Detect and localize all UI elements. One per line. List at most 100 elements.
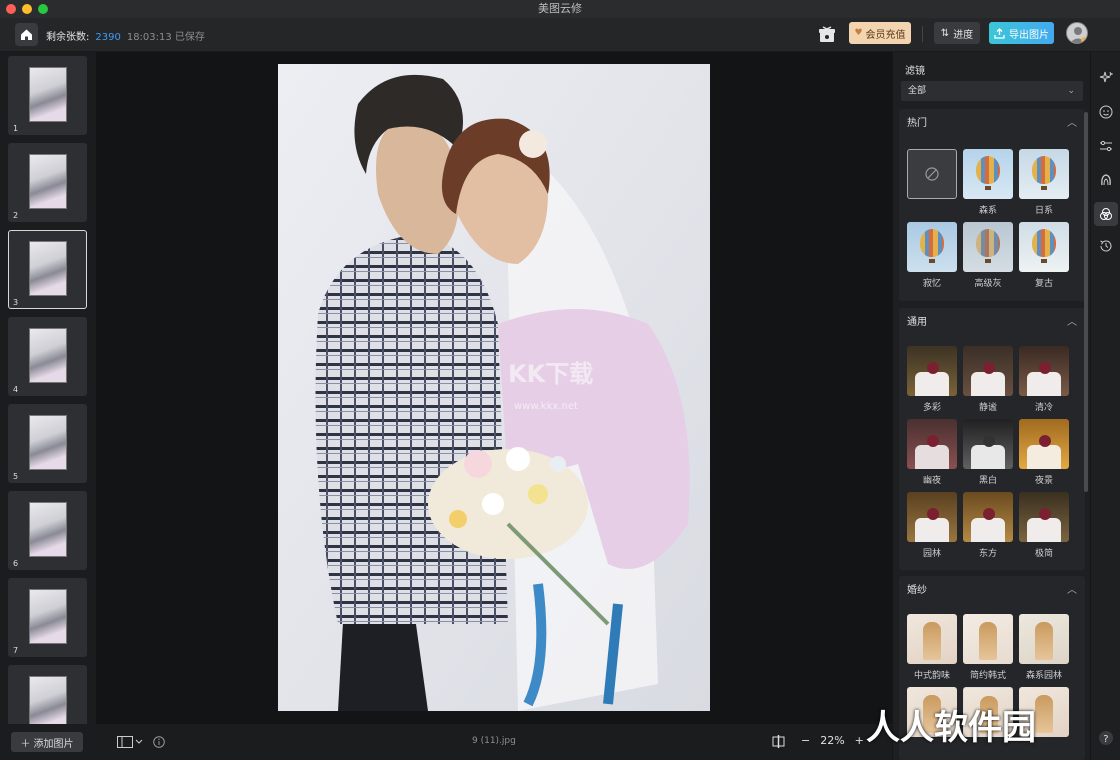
filter-label: 极简 xyxy=(1034,549,1053,559)
wedding-photo: KK下载 www.kkx.net xyxy=(278,64,710,711)
section-header[interactable]: 婚纱 ︿ xyxy=(899,576,1085,606)
history-tool[interactable] xyxy=(1096,236,1116,256)
window-controls xyxy=(6,4,48,14)
filter-grid: 森系 日系 寂忆 高级灰 复古 xyxy=(907,149,1069,295)
help-icon: ? xyxy=(1099,731,1113,745)
filter-panel: 滤镜 全部 ⌄ 热门 ︿ 森系 日系 寂忆 高级灰 复古 通用 ︿ 多彩 静谧 清冷… xyxy=(892,52,1090,760)
filter-item[interactable]: 幽夜 xyxy=(907,419,957,492)
thumbnail-item[interactable]: 1 xyxy=(8,56,87,135)
layout-toggle-icon[interactable] xyxy=(117,736,143,748)
filter-category-select[interactable]: 全部 ⌄ xyxy=(901,81,1083,101)
filter-item[interactable]: 高级灰 xyxy=(963,222,1013,295)
section-header[interactable]: 热门 ︿ xyxy=(899,109,1085,139)
thumbnail-image xyxy=(29,676,67,724)
filter-item[interactable]: 日系 xyxy=(1019,149,1069,222)
filter-none-tile xyxy=(907,149,957,199)
filter-section-general: 通用 ︿ 多彩 静谧 清冷 幽夜 黑白 夜景 园林 东方 极简 xyxy=(899,308,1085,570)
info-icon[interactable] xyxy=(153,736,165,748)
section-title: 通用 xyxy=(907,317,927,328)
thumbnail-item[interactable]: 5 xyxy=(8,404,87,483)
filter-label: 夜景 xyxy=(1034,476,1053,486)
export-label: 导出图片 xyxy=(1009,29,1049,41)
filter-tool[interactable] xyxy=(1094,202,1118,226)
face-tool[interactable] xyxy=(1096,102,1116,122)
zoom-window-button[interactable] xyxy=(38,4,48,14)
home-button[interactable] xyxy=(15,23,38,46)
filter-label: 简约韩式 xyxy=(969,671,1006,681)
file-name: 9 (11).jpg xyxy=(472,736,516,746)
minimize-window-button[interactable] xyxy=(22,4,32,14)
progress-button[interactable]: ⇅ 进度 xyxy=(934,22,980,44)
canvas-watermark-url: www.kkx.net xyxy=(514,401,578,412)
filter-item[interactable]: 寂忆 xyxy=(907,222,957,295)
thumbnail-index: 4 xyxy=(13,385,19,394)
gift-icon[interactable] xyxy=(817,24,837,44)
zoom-out-button[interactable]: − xyxy=(801,734,810,747)
filter-item[interactable]: 夜景 xyxy=(1019,419,1069,492)
export-button[interactable]: 导出图片 xyxy=(989,22,1054,44)
filter-label: 园林 xyxy=(922,549,941,559)
compare-icon[interactable] xyxy=(772,735,785,748)
hair-tool[interactable] xyxy=(1096,170,1116,190)
filter-label: 复古 xyxy=(1034,279,1053,289)
upload-icon xyxy=(994,27,1005,39)
thumbnail-index: 6 xyxy=(13,559,19,568)
filter-label: 日系 xyxy=(1034,206,1053,216)
filter-item[interactable]: 中式韵味 xyxy=(907,614,957,687)
thumbnail-item[interactable]: 7 xyxy=(8,578,87,657)
filter-item[interactable]: 森系 xyxy=(963,149,1013,222)
filter-label: 森系园林 xyxy=(1025,671,1062,681)
zoom-in-button[interactable]: + xyxy=(855,734,864,747)
vip-label: 会员充值 xyxy=(865,29,906,41)
filter-label: 东方 xyxy=(978,549,997,559)
section-header[interactable]: 通用 ︿ xyxy=(899,308,1085,338)
zoom-controls: − 22% + xyxy=(801,734,864,747)
filter-label: 幽夜 xyxy=(922,476,941,486)
filter-item[interactable]: 园林 xyxy=(907,492,957,565)
filter-item[interactable]: 静谧 xyxy=(963,346,1013,419)
filter-item[interactable]: 极简 xyxy=(1019,492,1069,565)
thumbnail-item[interactable]: 6 xyxy=(8,491,87,570)
help-button[interactable]: ? xyxy=(1096,728,1116,748)
filter-item[interactable]: 简约韩式 xyxy=(963,614,1013,687)
magic-wand-tool[interactable] xyxy=(1096,68,1116,88)
thumbnail-item[interactable]: 4 xyxy=(8,317,87,396)
filter-item[interactable]: 森系园林 xyxy=(1019,614,1069,687)
site-watermark: 人人软件园 xyxy=(866,708,1036,748)
remaining-info: 剩余张数: 2390 18:03:13 已保存 xyxy=(46,28,205,43)
close-window-button[interactable] xyxy=(6,4,16,14)
photo-illustration: KK下载 www.kkx.net xyxy=(278,64,710,711)
face-icon xyxy=(1099,105,1113,119)
vip-recharge-button[interactable]: ♥ 会员充值 xyxy=(849,22,911,44)
saved-status: 18:03:13 已保存 xyxy=(126,32,205,43)
add-image-button[interactable]: ＋ 添加图片 xyxy=(11,732,83,752)
filter-panel-scrollbar[interactable] xyxy=(1084,112,1088,492)
filter-thumbnail xyxy=(963,346,1013,396)
title-bar: 美图云修 xyxy=(0,0,1120,18)
filter-thumbnail xyxy=(907,614,957,664)
filter-none[interactable] xyxy=(907,149,957,222)
user-avatar[interactable] xyxy=(1066,22,1088,44)
filter-thumbnail xyxy=(1019,222,1069,272)
thumbnail-image xyxy=(29,328,67,383)
thumbnail-item-selected[interactable]: 3 xyxy=(8,230,87,309)
image-canvas[interactable]: KK下载 www.kkx.net xyxy=(96,52,892,724)
filter-item[interactable]: 多彩 xyxy=(907,346,957,419)
filter-item[interactable]: 复古 xyxy=(1019,222,1069,295)
thumbnail-item[interactable]: 8 xyxy=(8,665,87,724)
filter-thumbnail xyxy=(907,492,957,542)
filter-thumbnail xyxy=(1019,346,1069,396)
section-title: 婚纱 xyxy=(907,585,927,596)
filter-item[interactable]: 东方 xyxy=(963,492,1013,565)
filter-thumbnail xyxy=(963,149,1013,199)
svg-text:?: ? xyxy=(1103,734,1108,745)
filter-item[interactable]: 黑白 xyxy=(963,419,1013,492)
adjust-tool[interactable] xyxy=(1096,136,1116,156)
filter-grid: 多彩 静谧 清冷 幽夜 黑白 夜景 园林 东方 极简 xyxy=(907,346,1069,565)
chevron-down-icon: ⌄ xyxy=(1067,86,1075,96)
filter-label: 寂忆 xyxy=(922,279,941,289)
filter-item[interactable]: 清冷 xyxy=(1019,346,1069,419)
thumbnail-index: 1 xyxy=(13,124,19,133)
thumbnail-item[interactable]: 2 xyxy=(8,143,87,222)
filter-thumbnail xyxy=(1019,614,1069,664)
